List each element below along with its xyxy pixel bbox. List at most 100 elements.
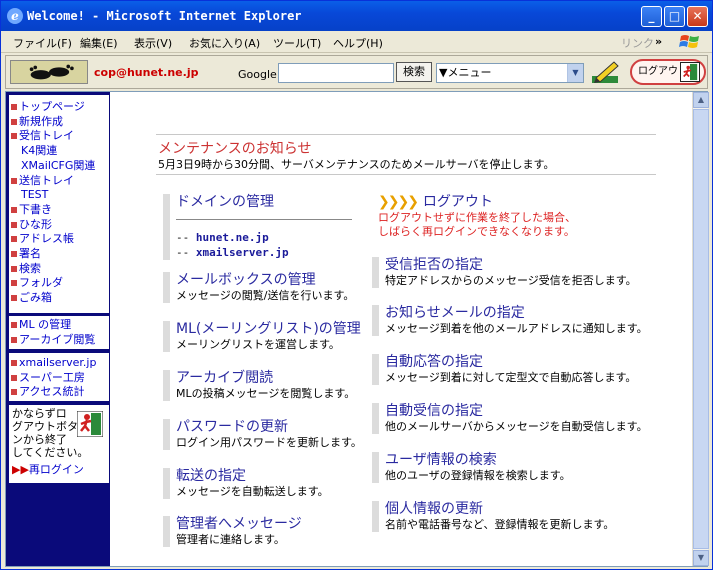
menu-edit[interactable]: 編集(E) bbox=[80, 35, 118, 51]
title-bar: e Welcome! - Microsoft Internet Explorer… bbox=[1, 1, 712, 31]
menu-section: ドメインの管理 -- hunet.ne.jp -- xmailserver.jp bbox=[163, 194, 352, 260]
sidebar-item[interactable]: スーパー工房 bbox=[9, 371, 109, 386]
menu-section: ML(メーリングリスト)の管理 メーリングリストを運営します。 bbox=[163, 321, 361, 352]
section-description: メッセージを自動転送します。 bbox=[176, 485, 329, 498]
links-more-chevron-icon[interactable]: » bbox=[655, 35, 662, 48]
domain-prefix: -- bbox=[176, 246, 196, 259]
sidebar-item[interactable]: K4関連 bbox=[9, 144, 109, 159]
section-title-link[interactable]: ユーザ情報の検索 bbox=[385, 452, 571, 469]
page-viewport: トップページ 新規作成 受信トレイ K4関連 XMailCFG関連 送信トレイ TEST 下書… bbox=[5, 91, 709, 567]
sidebar: トップページ 新規作成 受信トレイ K4関連 XMailCFG関連 送信トレイ TEST 下書… bbox=[6, 92, 110, 566]
menu-dropdown-value: ▼メニュー bbox=[439, 66, 492, 79]
scroll-thumb[interactable] bbox=[693, 109, 709, 549]
sidebar-item[interactable]: 新規作成 bbox=[9, 115, 109, 130]
scroll-up-icon[interactable]: ▲ bbox=[693, 92, 709, 108]
menu-dropdown[interactable]: ▼メニュー ▼ bbox=[436, 63, 584, 83]
section-title-link[interactable]: 管理者へメッセージ bbox=[176, 516, 302, 533]
domain-name[interactable]: hunet.ne.jp bbox=[196, 231, 269, 244]
menu-section: ユーザ情報の検索 他のユーザの登録情報を検索します。 bbox=[372, 452, 571, 483]
section-title-link[interactable]: メールボックスの管理 bbox=[176, 272, 354, 289]
domain-link[interactable]: -- xmailserver.jp bbox=[176, 245, 352, 260]
logout-link[interactable]: ❯❯❯❯ ログアウト bbox=[378, 194, 576, 211]
maximize-button[interactable]: □ bbox=[664, 6, 685, 27]
domain-divider bbox=[176, 219, 352, 220]
webmail-toolbar: cop@hunet.ne.jp Google 検索 ▼メニュー ▼ ログアウト bbox=[5, 55, 708, 89]
ie-logo-icon: e bbox=[7, 8, 23, 24]
section-title-link[interactable]: お知らせメールの指定 bbox=[385, 305, 648, 322]
menu-bar: ファイル(F) 編集(E) 表示(V) お気に入り(A) ツール(T) ヘルプ(… bbox=[1, 31, 712, 53]
notice-divider-bottom bbox=[156, 174, 656, 175]
logout-title[interactable]: ログアウト bbox=[423, 194, 493, 210]
menu-section: 管理者へメッセージ 管理者に連絡します。 bbox=[163, 516, 302, 547]
sidebar-item[interactable]: アドレス帳 bbox=[9, 232, 109, 247]
section-description: MLの投稿メッセージを閲覧します。 bbox=[176, 387, 356, 400]
menu-favorites[interactable]: お気に入り(A) bbox=[189, 35, 260, 51]
double-arrow-icon: ▶▶ bbox=[12, 463, 29, 476]
menu-help[interactable]: ヘルプ(H) bbox=[333, 35, 383, 51]
sidebar-item[interactable]: 検索 bbox=[9, 262, 109, 277]
domain-link[interactable]: -- hunet.ne.jp bbox=[176, 230, 352, 245]
sidebar-item[interactable]: フォルダ bbox=[9, 276, 109, 291]
sidebar-item[interactable]: xmailserver.jp bbox=[9, 356, 109, 371]
close-button[interactable]: ✕ bbox=[687, 6, 708, 27]
domain-prefix: -- bbox=[176, 231, 196, 244]
scroll-down-icon[interactable]: ▼ bbox=[693, 550, 709, 566]
sidebar-main-menu: トップページ 新規作成 受信トレイ K4関連 XMailCFG関連 送信トレイ TEST 下書… bbox=[9, 95, 109, 313]
sidebar-item[interactable]: TEST bbox=[9, 188, 109, 203]
menu-section: 受信拒否の指定 特定アドレスからのメッセージ受信を拒否します。 bbox=[372, 257, 637, 288]
menu-section: 個人情報の更新 名前や電話番号など、登録情報を更新します。 bbox=[372, 501, 614, 532]
section-description: メーリングリストを運営します。 bbox=[176, 338, 340, 351]
logout-button[interactable]: ログアウト bbox=[630, 59, 706, 85]
section-title-link[interactable]: 転送の指定 bbox=[176, 468, 329, 485]
notice-title: メンテナンスのお知らせ bbox=[158, 141, 312, 157]
relogin-link[interactable]: ▶▶再ログイン bbox=[9, 461, 109, 477]
menu-file[interactable]: ファイル(F) bbox=[13, 35, 72, 51]
menu-section: 転送の指定 メッセージを自動転送します。 bbox=[163, 468, 329, 499]
sidebar-item[interactable]: ひな形 bbox=[9, 218, 109, 233]
menu-tools[interactable]: ツール(T) bbox=[273, 35, 321, 51]
notice-text: 5月3日9時から30分間、サーバメンテナンスのためメールサーバを停止します。 bbox=[158, 158, 555, 171]
section-title-link[interactable]: パスワードの更新 bbox=[176, 419, 362, 436]
logout-warning: しばらく再ログインできなくなります。 bbox=[378, 225, 575, 238]
exit-runner-icon bbox=[680, 62, 700, 82]
minimize-button[interactable]: _ bbox=[641, 6, 662, 27]
domain-name[interactable]: xmailserver.jp bbox=[196, 246, 289, 259]
browser-window: e Welcome! - Microsoft Internet Explorer… bbox=[0, 0, 713, 570]
sidebar-item[interactable]: 署名 bbox=[9, 247, 109, 262]
google-search-input[interactable] bbox=[278, 63, 394, 83]
sidebar-item[interactable]: 下書き bbox=[9, 203, 109, 218]
search-button[interactable]: 検索 bbox=[396, 62, 432, 82]
section-title-link[interactable]: ドメインの管理 bbox=[176, 194, 352, 211]
vertical-scrollbar[interactable]: ▲ ▼ bbox=[692, 92, 709, 566]
menu-section: 自動受信の指定 他のメールサーバからメッセージを自動受信します。 bbox=[372, 403, 648, 434]
section-title-link[interactable]: 受信拒否の指定 bbox=[385, 257, 637, 274]
sidebar-item[interactable]: アクセス統計 bbox=[9, 385, 109, 400]
google-label: Google bbox=[238, 68, 277, 81]
sidebar-item[interactable]: トップページ bbox=[9, 100, 109, 115]
sidebar-item[interactable]: 送信トレイ bbox=[9, 174, 109, 189]
menu-view[interactable]: 表示(V) bbox=[134, 35, 172, 51]
sidebar-links-menu: xmailserver.jp スーパー工房 アクセス統計 bbox=[9, 353, 109, 401]
sidebar-logout-note: かならずロ グアウトボタ ンから終了 してください。 ▶▶再ログイン bbox=[9, 405, 109, 483]
sidebar-item[interactable]: ごみ箱 bbox=[9, 291, 109, 306]
section-description: 他のメールサーバからメッセージを自動受信します。 bbox=[385, 420, 648, 433]
links-label[interactable]: リンク bbox=[621, 35, 654, 51]
chevron-arrows-icon: ❯❯❯❯ bbox=[378, 194, 419, 210]
section-title-link[interactable]: ML(メーリングリスト)の管理 bbox=[176, 321, 361, 338]
windows-flag-icon bbox=[679, 35, 699, 48]
section-title-link[interactable]: 自動受信の指定 bbox=[385, 403, 648, 420]
sidebar-item[interactable]: 受信トレイ bbox=[9, 129, 109, 144]
user-email: cop@hunet.ne.jp bbox=[94, 66, 199, 79]
section-description: メッセージ到着を他のメールアドレスに通知します。 bbox=[385, 322, 648, 335]
menu-section: パスワードの更新 ログイン用パスワードを更新します。 bbox=[163, 419, 362, 450]
sidebar-item[interactable]: ML の管理 bbox=[9, 318, 109, 333]
sidebar-item[interactable]: XMailCFG関連 bbox=[9, 159, 109, 174]
window-title: Welcome! - Microsoft Internet Explorer bbox=[27, 9, 302, 23]
compose-pencil-icon[interactable] bbox=[588, 58, 624, 86]
section-description: 他のユーザの登録情報を検索します。 bbox=[385, 469, 571, 482]
chevron-down-icon[interactable]: ▼ bbox=[567, 64, 583, 82]
sidebar-item[interactable]: アーカイブ閲覧 bbox=[9, 333, 109, 348]
section-title-link[interactable]: アーカイブ閲読 bbox=[176, 370, 355, 387]
section-title-link[interactable]: 自動応答の指定 bbox=[385, 354, 636, 371]
section-title-link[interactable]: 個人情報の更新 bbox=[385, 501, 614, 518]
